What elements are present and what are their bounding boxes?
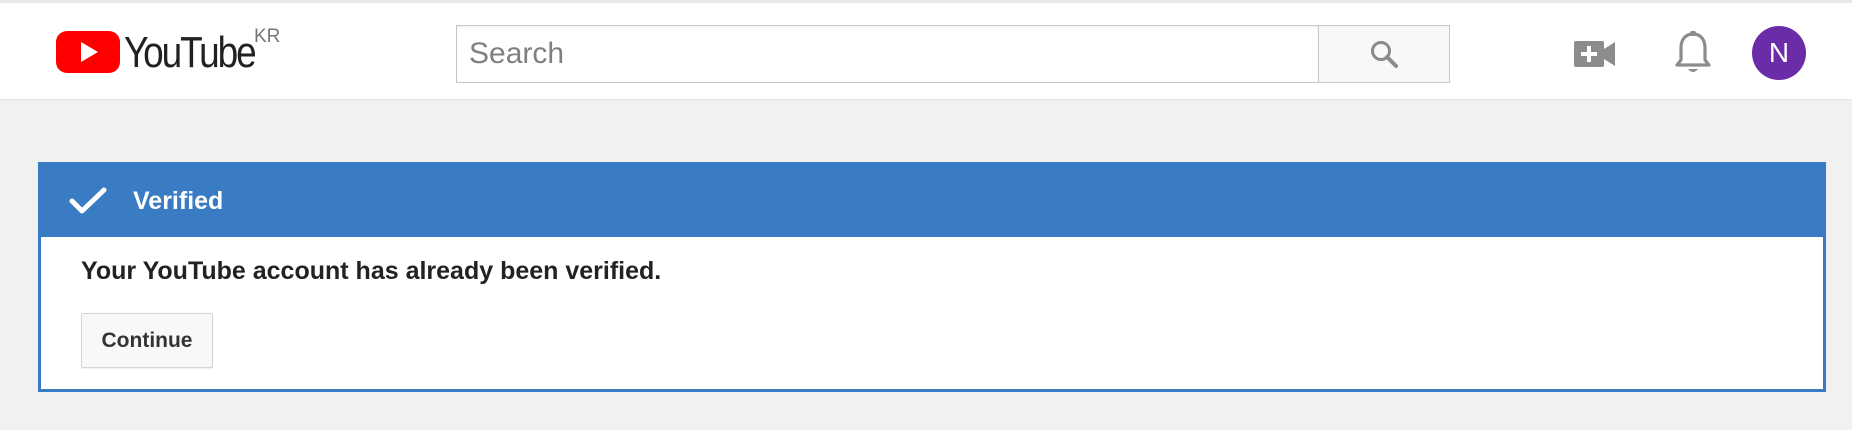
youtube-logo[interactable]: YouTube KR <box>56 26 281 77</box>
region-label: KR <box>254 26 281 47</box>
masthead: YouTube KR N <box>0 0 1852 100</box>
search-button[interactable] <box>1318 25 1450 83</box>
notifications-button[interactable] <box>1672 29 1714 77</box>
video-camera-plus-icon <box>1574 41 1615 67</box>
verification-message: Your YouTube account has already been ve… <box>81 257 662 285</box>
card-body: Your YouTube account has already been ve… <box>41 237 1823 368</box>
logo-text: YouTube <box>124 28 257 77</box>
avatar[interactable]: N <box>1752 26 1806 80</box>
search-bar <box>456 25 1450 83</box>
youtube-logo-icon <box>56 31 120 73</box>
bell-icon <box>1675 31 1711 72</box>
upload-button[interactable] <box>1572 33 1618 73</box>
card-header: Verified <box>41 165 1823 237</box>
verification-card: Verified Your YouTube account has alread… <box>38 162 1826 392</box>
continue-button[interactable]: Continue <box>81 313 213 368</box>
search-input[interactable] <box>456 25 1318 83</box>
card-title: Verified <box>133 186 224 215</box>
checkmark-icon <box>69 187 107 214</box>
search-icon <box>1371 41 1398 68</box>
